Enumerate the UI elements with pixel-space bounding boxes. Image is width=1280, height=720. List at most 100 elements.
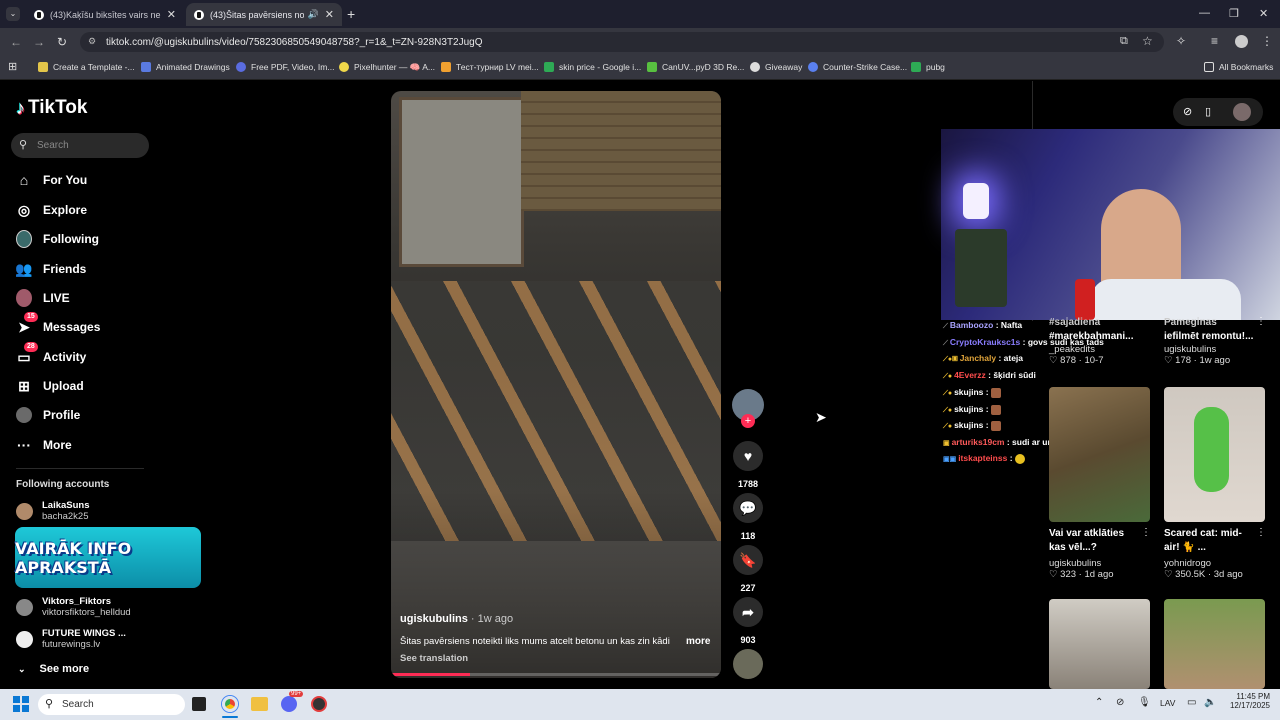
card-date: 1w ago xyxy=(1199,355,1231,366)
new-tab-icon[interactable]: + xyxy=(347,6,355,22)
share-count: 903 xyxy=(740,635,756,645)
card-thumbnail[interactable] xyxy=(1164,599,1265,689)
nav-profile[interactable]: Profile xyxy=(16,404,80,426)
back-icon[interactable]: ← xyxy=(10,35,22,49)
tab-1[interactable]: (43)Kaķīšu biksītes vairs nebūs! ✕ xyxy=(26,3,184,26)
nav-friends[interactable]: 👥 Friends xyxy=(15,258,86,280)
address-bar[interactable]: ⚙ tiktok.com/@ugiskubulins/video/7582306… xyxy=(80,32,1164,52)
avatar xyxy=(16,630,33,648)
file-explorer-icon[interactable] xyxy=(251,697,268,711)
nav-activity[interactable]: ▭ 28 Activity xyxy=(16,342,86,368)
chat-text: : xyxy=(1009,453,1013,463)
nav-explore[interactable]: ◎ Explore xyxy=(16,199,87,221)
bookmark-8[interactable]: Giveaway xyxy=(750,60,802,74)
nav-label: Profile xyxy=(43,408,81,422)
video-card[interactable]: #sajadiena #marekbahmani... _peakedits ♡… xyxy=(1049,316,1161,366)
taskbar-search[interactable]: ⚲ Search xyxy=(38,694,185,715)
account-item[interactable]: Viktors_Fiktors viktorsfiktors_helldud xyxy=(16,596,131,618)
apps-grid-icon[interactable]: ⊞ xyxy=(8,60,17,73)
nav-more[interactable]: ··· More xyxy=(16,434,72,456)
nav-for-you[interactable]: ⌂ For You xyxy=(16,169,87,191)
caption-more-button[interactable]: more xyxy=(686,636,710,647)
save-button[interactable]: 🔖 227 xyxy=(733,545,763,593)
microphone-icon[interactable]: 🎙 xyxy=(1138,697,1151,708)
tab-2[interactable]: (43)Šitas pavērsiens noteikti 🔊 ✕ xyxy=(186,3,342,26)
tab-search-icon[interactable]: ⌄ xyxy=(6,7,20,21)
search-input[interactable]: ⚲ Search xyxy=(11,133,149,158)
see-translation-link[interactable]: See translation xyxy=(400,653,468,664)
see-more-button[interactable]: ⌄ See more xyxy=(18,663,89,675)
media-controls-icon[interactable]: ≡ xyxy=(1211,34,1218,48)
url-text: tiktok.com/@ugiskubulins/video/758230685… xyxy=(106,36,483,48)
card-thumbnail[interactable] xyxy=(1049,387,1150,522)
nav-upload[interactable]: ⊞ Upload xyxy=(16,375,84,397)
bookmark-star-icon[interactable]: ☆ xyxy=(1142,34,1153,48)
display-icon[interactable]: ▭ xyxy=(1187,697,1196,708)
menu-icon[interactable]: ⋮ xyxy=(1261,34,1273,48)
close-tab-icon[interactable]: ✕ xyxy=(167,8,176,21)
coins-icon[interactable]: ⊘ xyxy=(1183,105,1192,118)
bookmark-2[interactable]: Animated Drawings xyxy=(141,60,230,74)
card-user: ugiskubulins xyxy=(1164,344,1217,355)
profile-avatar-icon[interactable] xyxy=(1235,35,1248,48)
discord-icon[interactable]: 99+ xyxy=(281,691,304,712)
language-indicator[interactable]: LAV xyxy=(1160,698,1175,708)
chrome-icon[interactable] xyxy=(222,696,238,712)
video-age: · 1w ago xyxy=(470,613,514,625)
reload-icon[interactable]: ↻ xyxy=(57,35,67,49)
mobile-icon[interactable]: ▯ xyxy=(1205,105,1211,118)
clock[interactable]: 11:45 PM 12/17/2025 xyxy=(1226,692,1270,710)
close-tab-icon[interactable]: ✕ xyxy=(325,8,334,21)
bookmark-7[interactable]: CanUV...pyD 3D Re... xyxy=(647,60,744,74)
tab-title: (43)Kaķīšu biksītes vairs nebūs! xyxy=(50,9,161,20)
task-view-icon[interactable] xyxy=(192,697,206,711)
card-options-icon[interactable]: ⋮ xyxy=(1256,527,1266,538)
card-options-icon[interactable]: ⋮ xyxy=(1141,527,1151,538)
bookmark-1[interactable]: Create a Template -... xyxy=(38,60,135,74)
nav-following[interactable]: Following xyxy=(16,228,99,250)
video-author[interactable]: ugiskubulins xyxy=(400,613,468,625)
forward-icon[interactable]: → xyxy=(33,35,45,49)
share-button[interactable]: ➦ 903 xyxy=(733,597,763,645)
all-bookmarks[interactable]: All Bookmarks xyxy=(1204,60,1273,74)
card-options-icon[interactable]: ⋮ xyxy=(1256,316,1266,327)
bookmark-6[interactable]: skin price - Google i... xyxy=(544,60,641,74)
tiktok-logo[interactable]: ♪ TikTok xyxy=(16,97,87,119)
restore-icon[interactable]: ❐ xyxy=(1229,7,1239,20)
video-player[interactable]: ugiskubulins · 1w ago Šitas pavērsiens n… xyxy=(391,91,721,678)
profile-avatar-icon[interactable] xyxy=(1233,103,1251,121)
follow-plus-icon[interactable]: + xyxy=(741,414,755,428)
like-button[interactable]: ♥ 1788 xyxy=(733,441,763,489)
speaker-icon[interactable]: 🔊 xyxy=(308,9,319,20)
card-thumbnail[interactable] xyxy=(1164,387,1265,522)
close-window-icon[interactable]: ✕ xyxy=(1259,7,1268,20)
cast-icon[interactable]: ⧉ xyxy=(1120,35,1128,48)
bookmark-3[interactable]: Free PDF, Video, Im... xyxy=(236,60,334,74)
tab-title: (43)Šitas pavērsiens noteikti xyxy=(210,9,304,20)
bookmark-5[interactable]: Тест-турнир LV mei... xyxy=(441,60,539,74)
account-item[interactable]: LaikaSuns bacha2k25 xyxy=(16,500,90,522)
bookmark-10[interactable]: pubg xyxy=(911,60,945,74)
chevron-up-icon[interactable]: ⌃ xyxy=(1095,697,1103,708)
search-icon: ⚲ xyxy=(45,698,54,710)
bookmark-9[interactable]: Counter-Strike Case... xyxy=(808,60,907,74)
account-item[interactable]: FUTURE WINGS ... futurewings.lv xyxy=(16,628,126,650)
site-info-icon[interactable]: ⚙ xyxy=(88,36,96,47)
nav-messages[interactable]: ➤ 15 Messages xyxy=(16,312,100,338)
minimize-icon[interactable]: — xyxy=(1199,7,1210,19)
card-likes: 178 xyxy=(1175,355,1192,366)
app-icon[interactable] xyxy=(311,696,327,712)
badge-icon: ⟋● xyxy=(943,423,955,430)
extensions-icon[interactable]: ✧ xyxy=(1176,34,1186,48)
windows-start-icon[interactable] xyxy=(13,696,29,712)
volume-icon[interactable]: 🔈 xyxy=(1204,697,1216,708)
sound-disc-icon[interactable] xyxy=(733,649,763,679)
progress-track[interactable] xyxy=(391,673,721,676)
card-thumbnail[interactable] xyxy=(1049,599,1150,689)
network-off-icon[interactable]: ⊘ xyxy=(1116,697,1124,708)
bookmark-4[interactable]: Pixelhunter — 🧠 A... xyxy=(339,60,435,74)
promo-banner[interactable]: VAIRĀK INFO APRAKSTĀ xyxy=(15,527,201,588)
nav-live[interactable]: LIVE xyxy=(16,287,70,309)
comment-button[interactable]: 💬 118 xyxy=(733,493,763,541)
chat-text: : šķidri sūdi xyxy=(988,370,1036,380)
